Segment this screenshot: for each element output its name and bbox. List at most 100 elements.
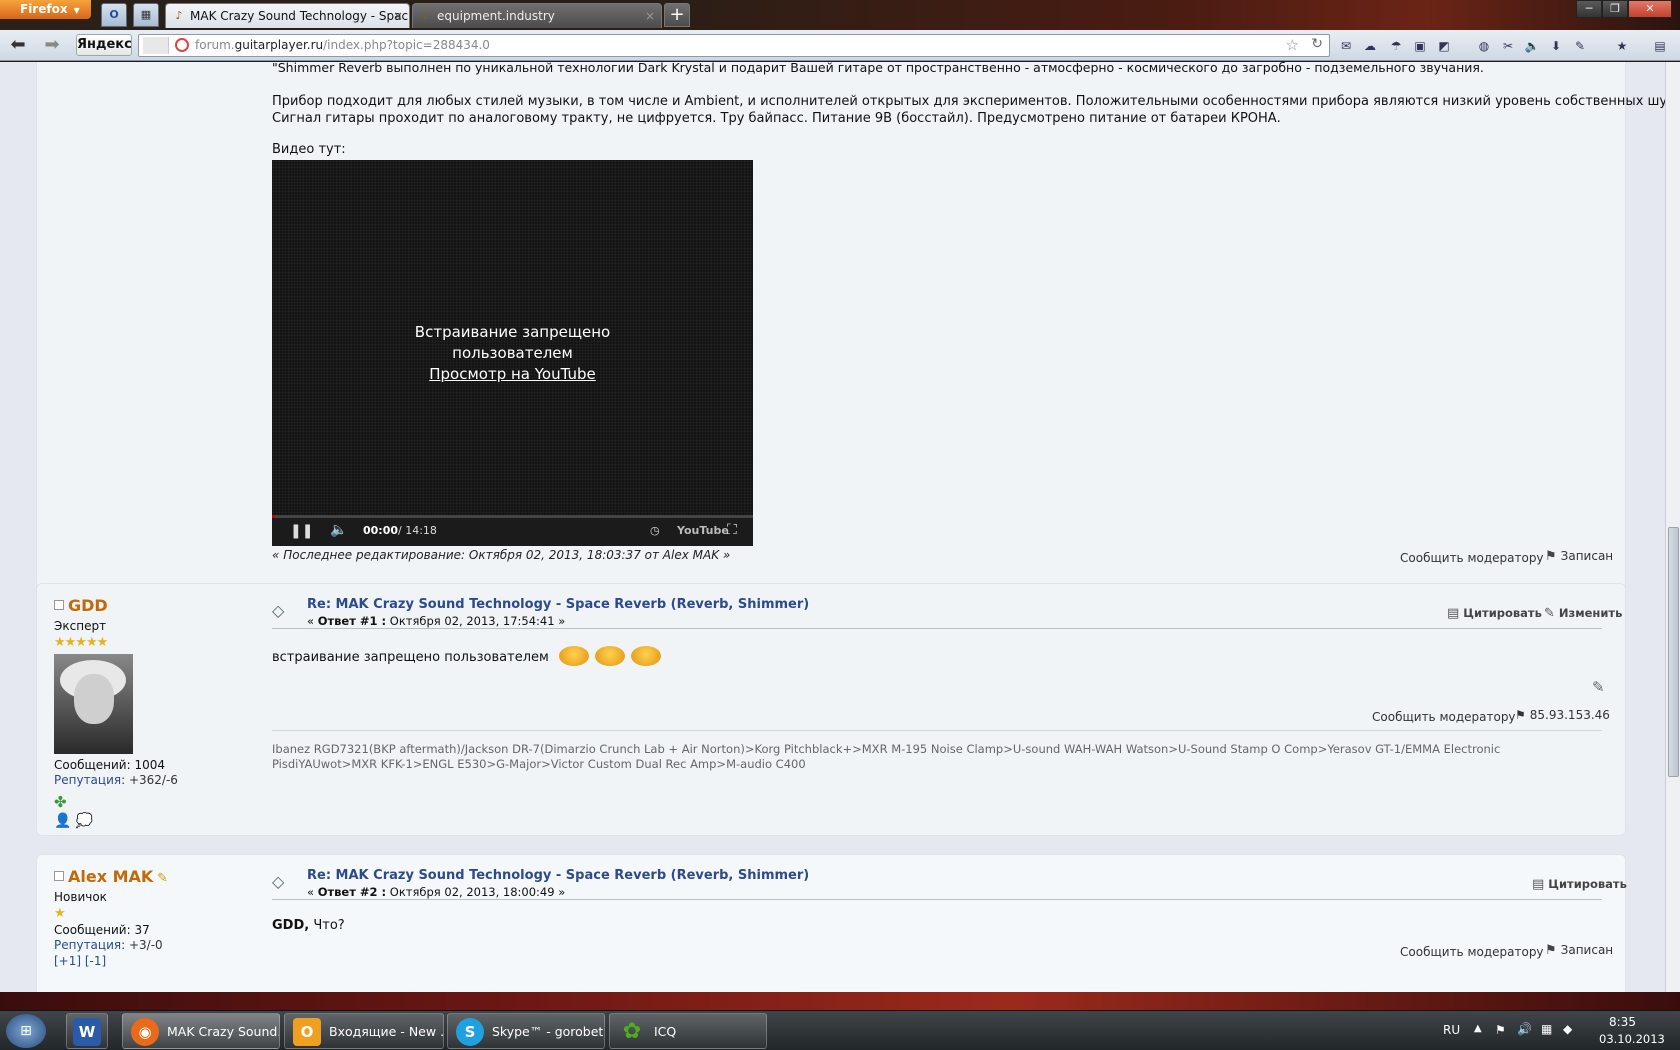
page-scrollbar[interactable] (1665, 62, 1680, 992)
volume-icon[interactable]: 🔊 (1517, 1022, 1532, 1036)
poster-rank: Эксперт (54, 619, 107, 633)
post-subject[interactable]: Re: MAK Crazy Sound Technology - Space R… (307, 868, 809, 883)
firefox-menu-button[interactable]: Firefox ▼ (0, 0, 91, 19)
scroll-thumb[interactable] (1668, 527, 1679, 777)
cloud-icon[interactable]: ☁ (1362, 38, 1378, 54)
new-tab-button[interactable]: + (664, 3, 690, 27)
youtube-embed[interactable]: Встраивание запрещено пользователем Прос… (272, 160, 753, 546)
video-controls: ❚❚ 🔈 00:00 / 14:18 ◷ YouTube ⛶ (272, 518, 753, 546)
close-window-button[interactable]: ✕ (1628, 0, 1672, 18)
clover-icon: ✤ (54, 793, 67, 811)
sound-icon[interactable]: 🔈 (1524, 38, 1540, 54)
flag-icon[interactable]: ⚑ (1495, 1023, 1506, 1037)
divider (272, 628, 1602, 629)
outlook-icon: O (109, 8, 119, 21)
message-icon[interactable]: 💭 (76, 813, 93, 829)
video-time: 00:00 (363, 524, 399, 537)
edit-note: « Последнее редактирование: Октября 02, … (272, 548, 731, 562)
first-post: "Shimmer Reverb выполнен по уникальной т… (36, 62, 1665, 642)
post-subject[interactable]: Re: MAK Crazy Sound Technology - Space R… (307, 597, 809, 612)
title-bar: Firefox ▼ O ▦ ♪ MAK Crazy Sound Technolog… (0, 0, 1680, 30)
mail-icon[interactable]: ✉ (1338, 38, 1354, 54)
bookmark-star-icon[interactable]: ☆ (1286, 36, 1299, 54)
tray-expand-icon[interactable]: ▲ (1474, 1023, 1482, 1034)
profile-icon[interactable]: 👤 (54, 813, 71, 829)
quote-icon: ▤ (1532, 877, 1545, 892)
tab-title: MAK Crazy Sound Technology - Spac... (190, 9, 410, 23)
tools-icon[interactable]: ✂ (1500, 38, 1516, 54)
pinned-tab-outlook[interactable]: O (101, 3, 127, 27)
reload-icon[interactable]: ↻ (1311, 36, 1323, 52)
start-button[interactable]: ⊞ (6, 1014, 46, 1048)
clock-date[interactable]: 03.10.2013 (1599, 1032, 1665, 1046)
yandex-button[interactable]: Яндекс (76, 34, 132, 56)
firefox-label: Firefox (20, 2, 68, 16)
task-skype[interactable]: S Skype™ - gorobet... (447, 1013, 605, 1049)
reply-info: « Ответ #1 : Октября 02, 2013, 17:54:41 … (307, 614, 566, 628)
tab-active[interactable]: ♪ MAK Crazy Sound Technology - Spac... × (165, 3, 410, 28)
watch-later-icon[interactable]: ◷ (650, 524, 660, 537)
logged-label: ⚑ Записан (1545, 549, 1614, 564)
post-paragraph: Прибор подходит для любых стилей музыки,… (272, 94, 1665, 109)
network-icon[interactable]: ▦ (1541, 1022, 1552, 1036)
post-count: Сообщений: 1004 (54, 758, 165, 772)
clock-time[interactable]: 8:35 (1609, 1015, 1636, 1029)
quote-icon: ▤ (1447, 606, 1460, 621)
pencil-icon[interactable]: ✎ (1572, 38, 1588, 54)
tab-inactive[interactable]: ♪ equipment.industry × (412, 3, 662, 28)
quote-button[interactable]: ▤ Цитировать (1532, 877, 1627, 892)
tab-title: equipment.industry (437, 9, 555, 23)
translate-icon[interactable]: ◩ (1436, 38, 1452, 54)
offline-status-icon (54, 871, 64, 881)
minimize-button[interactable]: ─ (1576, 0, 1602, 18)
smiley-icon (558, 646, 589, 666)
poster-rank: Новичок (54, 890, 107, 904)
maximize-button[interactable]: ❐ (1602, 0, 1628, 18)
globe-icon[interactable]: ◍ (1476, 38, 1492, 54)
report-moderator-link[interactable]: Сообщить модератору (1372, 710, 1516, 724)
firefox-icon: ◉ (131, 1018, 159, 1046)
poster-info: GDD Эксперт ★★★★★ Сообщений: 1004 Репута… (54, 596, 178, 829)
report-moderator-link[interactable]: Сообщить модератору (1400, 945, 1544, 959)
url-bar[interactable]: forum.guitarplayer.ru/index.php?topic=28… (138, 34, 1330, 57)
task-firefox[interactable]: ◉ MAK Crazy Sound... (122, 1013, 280, 1049)
pause-icon[interactable]: ❚❚ (290, 523, 313, 539)
addon-icon[interactable]: ▣ (1412, 38, 1428, 54)
close-tab-icon[interactable]: × (393, 4, 403, 28)
fullscreen-icon[interactable]: ⛶ (727, 522, 737, 538)
youtube-logo[interactable]: YouTube (677, 524, 729, 537)
task-outlook[interactable]: O Входящие - New ... (284, 1013, 444, 1049)
guitar-favicon-icon: ♪ (422, 9, 430, 22)
poster-name[interactable]: GDD (68, 596, 108, 615)
poster-name[interactable]: Alex MAK (68, 867, 153, 886)
site-identity-icon[interactable] (143, 37, 169, 54)
volume-icon[interactable]: 🔈 (330, 522, 347, 538)
edit-button[interactable]: ✎ Изменить (1544, 606, 1622, 621)
language-indicator[interactable]: RU (1443, 1023, 1460, 1037)
emoticons (558, 646, 667, 666)
dropbox-icon[interactable]: ◆ (1563, 1022, 1572, 1036)
forward-icon[interactable]: ➡ (40, 34, 64, 56)
video-label: Видео тут: (272, 142, 346, 157)
reputation-vote-links[interactable]: [+1] [-1] (54, 954, 168, 968)
site-favicon-icon (175, 38, 189, 52)
watch-on-youtube-link[interactable]: Просмотр на YouTube (272, 364, 753, 385)
task-icq[interactable]: ✿ ICQ (609, 1013, 767, 1049)
download-icon[interactable]: ⬇ (1548, 38, 1564, 54)
close-tab-icon[interactable]: × (645, 4, 655, 28)
back-icon[interactable]: ⬅ (6, 34, 30, 56)
post-text: GDD, Что? (272, 918, 345, 933)
report-moderator-link[interactable]: Сообщить модератору (1400, 551, 1544, 565)
task-word[interactable]: W (66, 1013, 108, 1049)
pinned-tab-app[interactable]: ▦ (133, 3, 159, 27)
menu-icon[interactable]: ▤ (1652, 38, 1668, 54)
weather-icon[interactable]: ☂ (1388, 38, 1404, 54)
navigation-bar: ⬅ ➡ Яндекс forum.guitarplayer.ru/index.p… (0, 30, 1680, 61)
quote-button[interactable]: ▤ Цитировать (1447, 606, 1542, 621)
smiley-icon (630, 646, 661, 666)
bookmarks-icon[interactable]: ★ (1614, 38, 1630, 54)
desktop-strip (0, 992, 1680, 1010)
signature-divider (272, 730, 1602, 731)
reputation: Репутация: +362/-6 (54, 773, 178, 787)
post-icon: ◇ (272, 872, 285, 891)
